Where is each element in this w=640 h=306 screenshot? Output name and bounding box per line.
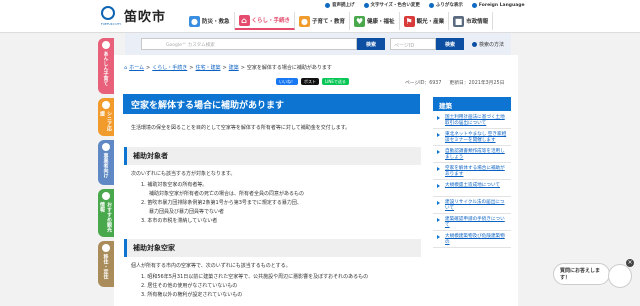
briefcase-icon [102,143,110,151]
home-icon: ⌂ [124,64,128,71]
page-id-search-button[interactable]: 検索 [436,38,464,50]
intro-text: 生活環境の保全を図ることを目的として空家等を解体する所有者等に対して補助金を交付… [131,125,351,131]
font-size-icon [363,2,369,8]
line-share-button[interactable]: LINEで送る [322,78,349,85]
heart-icon: ♥ [354,15,366,27]
site-logo-text[interactable]: 笛吹市 [124,6,166,25]
nav-cityinfo[interactable]: ■ 市政情報 [449,12,494,30]
facebook-like-button[interactable]: いいね！ [276,78,298,85]
child-icon: ● [299,15,311,27]
breadcrumb: ⌂ ホーム > くらし・手続き > 住宅・建築 > 建築 > 空家を解体する場合に補助が… [124,64,332,72]
breadcrumb-housing[interactable]: 住宅・建築 [195,64,220,71]
x-post-button[interactable]: ポスト [301,78,319,85]
furigana-icon [428,2,434,8]
utility-fontsize[interactable]: 文字サイズ・色合い変更 [363,2,420,8]
side-tabs: あんしん子育て シニア応援 事業者向け おすすめ観光情報 移住・定住 [98,38,114,291]
page-title: 空家を解体する場合に補助があります [123,94,420,114]
nav-disaster[interactable]: ● 防災・救急 [185,12,235,30]
utility-links: 音声読上げ 文字サイズ・色合い変更 ふりがな表示 Foreign Languag… [325,2,525,8]
chatbot-icon[interactable] [608,264,632,288]
close-icon[interactable]: × [626,259,634,267]
nav-living[interactable]: ⌂ くらし・手続き [234,12,296,30]
breadcrumb-current: 空家を解体する場合に補助があります [246,65,332,71]
house-icon: ⌂ [238,14,250,26]
page-info: ページID：6937 更新日：2021年3月25日 [405,79,504,86]
related-heading: 建築 [433,97,511,111]
related-link[interactable]: 自動認識書類作成等を活用しましょう [433,146,511,163]
nav-tourism[interactable]: ⚑ 観光・産業 [400,12,450,30]
utility-speech[interactable]: 音声読上げ [325,2,355,8]
section-heading-property: 補助対象空家 [124,239,421,257]
side-tab-tourism[interactable]: おすすめ観光情報 [98,189,114,237]
side-tab-business[interactable]: 事業者向け [98,140,114,185]
site-search-input[interactable]: Google™ カスタム検索 [141,38,357,50]
page-id: ページID：6937 [405,81,442,86]
utility-language[interactable]: Foreign Language [471,2,525,8]
related-link[interactable]: 東北ネットやまなし 空き家相談セミナーを開催します [433,129,511,146]
child-icon [102,41,110,49]
chatbot-bubble[interactable]: 質問にお答えします！ [553,263,610,285]
page-id-input[interactable]: ページID [390,38,436,50]
nav-childcare[interactable]: ● 子育て・教育 [295,12,351,30]
global-nav: ● 防災・救急 ⌂ くらし・手続き ● 子育て・教育 ♥ 健康・福祉 ⚑ 観光・産業 ■ 市… [185,12,494,30]
section-heading-eligible: 補助対象者 [124,147,421,165]
site-header: 音声読上げ 文字サイズ・色合い変更 ふりがな表示 Foreign Languag… [0,0,640,33]
related-list: 国土利用計画法に基づく土地取引の届出について 東北ネットやまなし 空き家相談セミ… [433,112,511,248]
city-logo-icon[interactable] [101,6,115,20]
help-icon [472,42,477,47]
breadcrumb-living[interactable]: くらし・手続き [152,64,187,71]
related-link[interactable]: 建築確認申請の手続きについて [433,214,511,231]
related-link[interactable]: 大規模建築物及び危険建築物の [433,231,511,248]
nav-health[interactable]: ♥ 健康・福祉 [350,12,400,30]
related-link[interactable]: 大規模盛土造成地について [433,180,511,197]
side-tab-senior[interactable]: シニア応援 [98,98,114,136]
globe-icon [471,2,477,8]
speaker-icon [325,2,330,8]
related-link[interactable]: 空家を解体する場合に補助があります [433,163,511,180]
utility-furigana[interactable]: ふりがな表示 [428,2,463,8]
related-link[interactable]: 国土利用計画法に基づく土地取引の届出について [433,112,511,129]
home-icon [102,244,110,252]
search-help-link[interactable]: 検索の方法 [472,41,504,48]
updated-date: 更新日：2021年3月25日 [449,81,505,86]
side-tab-migration[interactable]: 移住・定住 [98,241,114,287]
section-body-eligible: 次のいずれにも該当する方が対象となります。 1. 補助対象空家の所有者等。 補助… [131,171,305,224]
search-bar: Google™ カスタム検索 検索 ページID 検索 検索の方法 [125,33,511,55]
side-tab-childcare[interactable]: あんしん子育て [98,38,114,94]
site-search-button[interactable]: 検索 [357,38,385,50]
section-body-property: 個人が所有する市内の空家等で、次のいずれにも該当するものとする。 1. 昭和56… [131,263,369,298]
site-logo-sub: FUEFUKI CITY [101,22,122,26]
related-link[interactable]: 建設リサイクル法の届出について [433,197,511,214]
building-icon: ■ [453,15,465,27]
flag-icon: ⚑ [403,15,415,27]
senior-icon [102,101,110,109]
share-buttons: いいね！ ポスト LINEで送る [276,78,349,85]
shield-icon: ● [189,15,200,27]
breadcrumb-building[interactable]: 建築 [229,64,239,71]
camera-icon [102,192,110,200]
breadcrumb-home[interactable]: ホーム [129,64,144,71]
